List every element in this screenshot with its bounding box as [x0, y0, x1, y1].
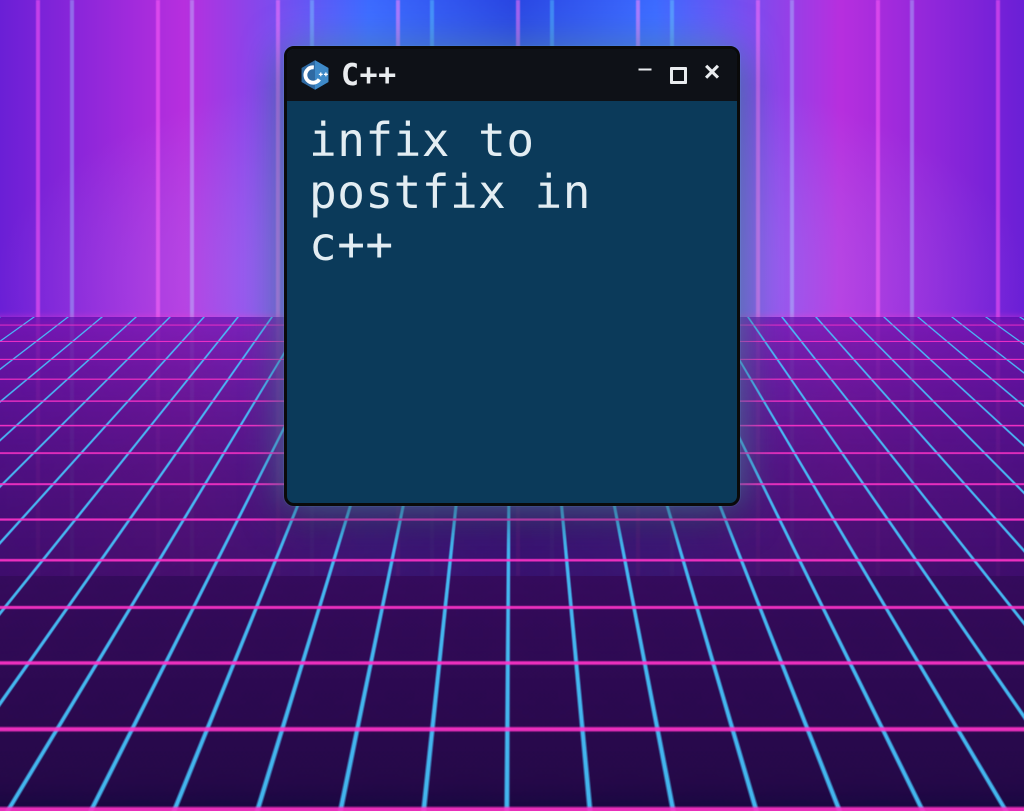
titlebar: C++ – × — [287, 49, 737, 101]
window-content: infix to postfix in c++ — [287, 101, 737, 503]
content-text: infix to postfix in c++ — [309, 115, 715, 270]
window-title: C++ — [341, 58, 397, 93]
window-controls: – × — [632, 62, 725, 88]
maximize-button[interactable] — [670, 67, 687, 84]
app-window: C++ – × infix to postfix in c++ — [284, 46, 740, 506]
minimize-button[interactable]: – — [632, 57, 658, 83]
close-button[interactable]: × — [699, 62, 725, 88]
cpp-logo-icon — [299, 59, 331, 91]
